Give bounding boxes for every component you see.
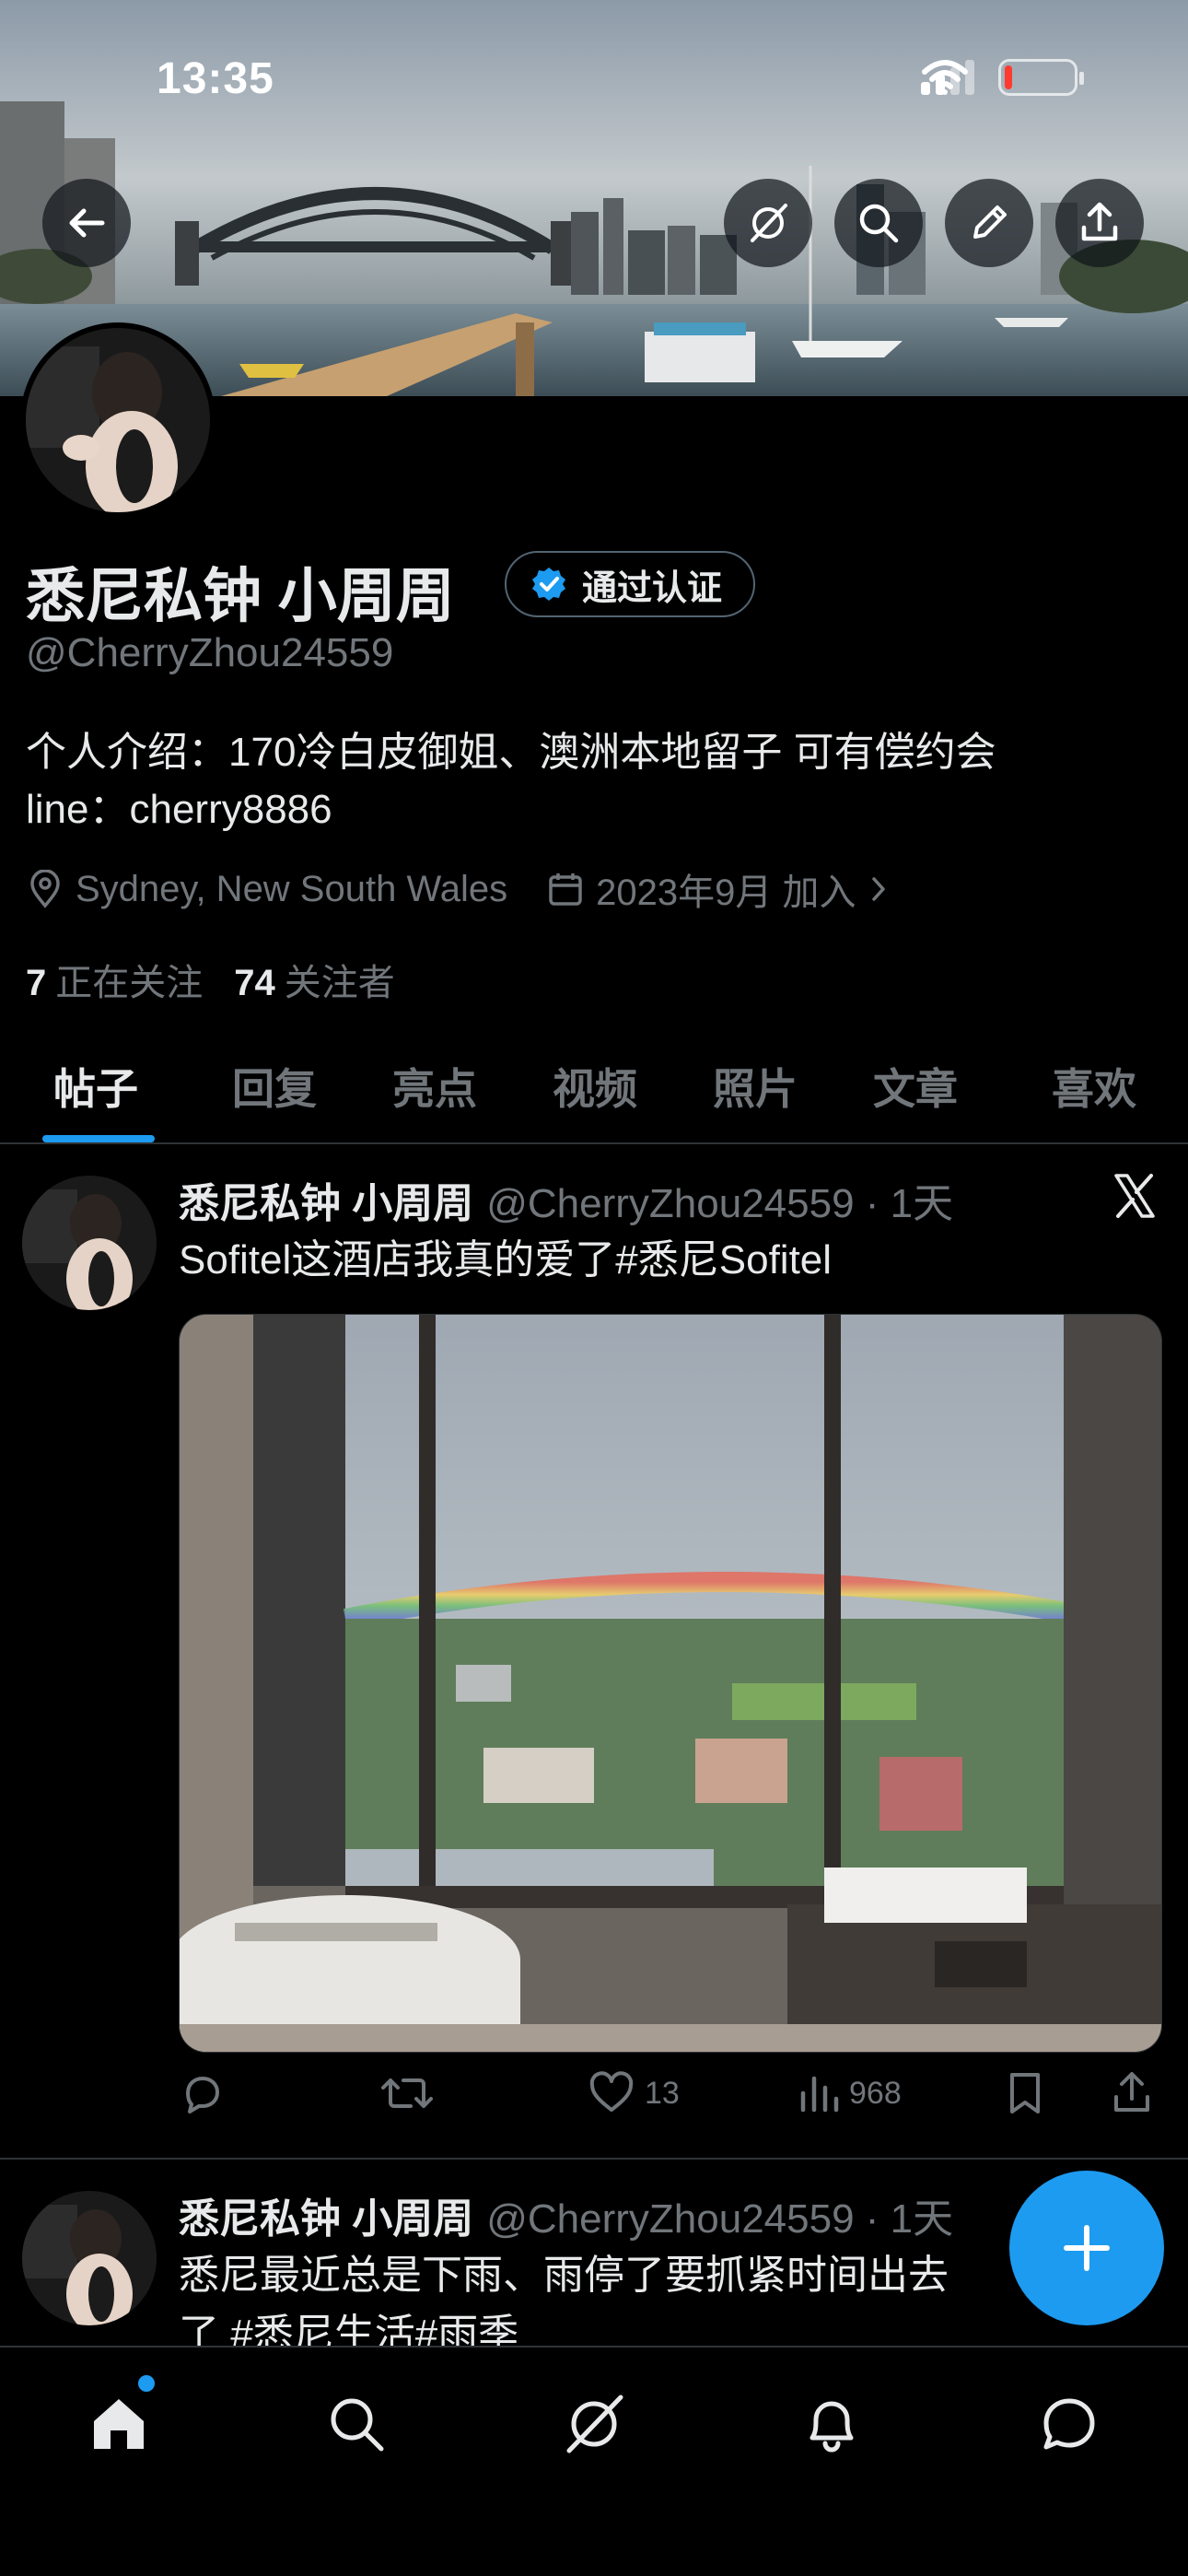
post-handle-time: @CherryZhou24559 · 1天 bbox=[486, 1181, 954, 1226]
pencil-icon bbox=[973, 205, 1007, 239]
home-notification-dot bbox=[138, 2375, 155, 2392]
profile-meta: Sydney, New South Wales 2023年9月 加入 bbox=[26, 862, 929, 916]
post-handle-time: @CherryZhou24559 · 1天 bbox=[486, 2196, 954, 2242]
bottom-navigation bbox=[0, 2346, 1188, 2576]
wifi-icon bbox=[922, 60, 968, 95]
search-profile-button[interactable] bbox=[834, 179, 923, 267]
post-text-line: 悉尼最近总是下雨、雨停了要抓紧时间出去 bbox=[179, 2253, 949, 2298]
reply-button[interactable] bbox=[179, 2069, 227, 2117]
post-image[interactable] bbox=[179, 1314, 1162, 2053]
following-count: 7 bbox=[26, 963, 47, 1003]
analytics-icon bbox=[800, 2076, 839, 2113]
bookmark-button[interactable] bbox=[1004, 2069, 1046, 2117]
followers-label: 关注者 bbox=[284, 963, 395, 1003]
nav-home[interactable] bbox=[77, 2383, 160, 2465]
bookmark-icon bbox=[1010, 2073, 1040, 2113]
chat-bubble-icon bbox=[1043, 2398, 1095, 2450]
nav-grok[interactable] bbox=[553, 2383, 635, 2465]
profile-avatar[interactable] bbox=[20, 322, 215, 518]
post-avatar[interactable] bbox=[22, 2191, 157, 2325]
post-text-line: 了 #悉尼生活#雨季 bbox=[179, 2312, 519, 2346]
search-icon bbox=[859, 204, 899, 243]
grok-icon bbox=[566, 2395, 623, 2453]
tab-likes[interactable]: 喜欢 bbox=[1052, 1056, 1136, 1117]
avatar-image bbox=[22, 2191, 157, 2325]
post-avatar[interactable] bbox=[22, 1176, 157, 1310]
location-pin-icon bbox=[30, 870, 60, 908]
post-item[interactable]: 悉尼私钟 小周周 @CherryZhou24559 · 1天 Sofitel这酒店… bbox=[0, 1146, 1188, 2158]
tab-videos[interactable]: 视频 bbox=[553, 1056, 637, 1117]
profile-display-name: 悉尼私钟 小周周 bbox=[26, 563, 455, 629]
battery-icon bbox=[998, 59, 1084, 96]
profile-tabs: 帖子 回复 亮点 视频 照片 文章 喜欢 bbox=[0, 1025, 1188, 1144]
avatar-image bbox=[22, 1176, 157, 1310]
chevron-right-icon bbox=[872, 877, 886, 901]
edit-button[interactable] bbox=[945, 179, 1033, 267]
post-header: 悉尼私钟 小周周 @CherryZhou24559 · 1天 bbox=[179, 2185, 953, 2244]
post-header: 悉尼私钟 小周周 @CherryZhou24559 · 1天 bbox=[179, 1170, 953, 1229]
arrow-left-icon bbox=[69, 208, 105, 238]
status-bar: 13:35 bbox=[0, 0, 1188, 147]
verified-check-icon bbox=[532, 568, 565, 601]
bell-icon bbox=[809, 2401, 854, 2453]
like-button[interactable]: 13 bbox=[588, 2069, 680, 2117]
x-logo-icon[interactable] bbox=[1111, 1172, 1159, 1220]
verified-badge-button[interactable]: 通过认证 bbox=[505, 551, 756, 617]
calendar-icon bbox=[549, 873, 582, 906]
repost-button[interactable] bbox=[379, 2069, 435, 2117]
repost-icon bbox=[381, 2078, 433, 2108]
location-text: Sydney, New South Wales bbox=[76, 868, 508, 909]
profile-banner[interactable]: 13:35 bbox=[0, 0, 1188, 396]
reply-icon bbox=[186, 2077, 219, 2113]
following-link[interactable]: 7 正在关注 bbox=[26, 953, 203, 1006]
verified-label: 通过认证 bbox=[582, 568, 723, 608]
search-icon bbox=[331, 2398, 384, 2452]
back-button[interactable] bbox=[42, 179, 131, 267]
joined-text: 2023年9月 加入 bbox=[596, 872, 856, 913]
active-tab-indicator bbox=[42, 1135, 155, 1142]
plus-icon bbox=[1064, 2225, 1110, 2271]
share-button[interactable] bbox=[1055, 179, 1144, 267]
profile-handle: @CherryZhou24559 bbox=[26, 630, 394, 675]
post-text: 悉尼最近总是下雨、雨停了要抓紧时间出去 了 #悉尼生活#雨季 bbox=[179, 2246, 1155, 2346]
like-count: 13 bbox=[645, 2075, 680, 2111]
tab-photos[interactable]: 照片 bbox=[713, 1056, 798, 1117]
followers-link[interactable]: 74 关注者 bbox=[234, 953, 395, 1006]
view-count: 968 bbox=[849, 2075, 902, 2111]
bio-line: 个人介绍：170冷白皮御姐、澳洲本地留子 可有偿约会 bbox=[26, 730, 996, 775]
status-time: 13:35 bbox=[157, 54, 274, 103]
home-icon bbox=[94, 2399, 144, 2449]
nav-messages[interactable] bbox=[1028, 2383, 1111, 2465]
profile-bio: 个人介绍：170冷白皮御姐、澳洲本地留子 可有偿约会 line：cherry88… bbox=[26, 724, 1168, 838]
following-label: 正在关注 bbox=[55, 963, 204, 1003]
tab-articles[interactable]: 文章 bbox=[873, 1056, 958, 1117]
post-author-name[interactable]: 悉尼私钟 小周周 bbox=[179, 2196, 473, 2242]
share-icon bbox=[1114, 2072, 1149, 2112]
bio-line: line：cherry8886 bbox=[26, 787, 332, 832]
tab-replies[interactable]: 回复 bbox=[232, 1056, 317, 1117]
share-icon bbox=[1081, 202, 1118, 241]
post-author-name[interactable]: 悉尼私钟 小周周 bbox=[179, 1181, 473, 1226]
nav-notifications[interactable] bbox=[790, 2383, 873, 2465]
grok-button[interactable] bbox=[724, 179, 812, 267]
tab-posts[interactable]: 帖子 bbox=[53, 1056, 138, 1117]
post-text: Sofitel这酒店我真的爱了#悉尼Sofitel bbox=[179, 1237, 833, 1282]
share-post-button[interactable] bbox=[1109, 2069, 1155, 2117]
joined-date-button[interactable]: 2023年9月 加入 bbox=[546, 862, 891, 916]
tab-highlights[interactable]: 亮点 bbox=[392, 1056, 477, 1117]
views-button[interactable]: 968 bbox=[798, 2069, 902, 2117]
compose-post-button[interactable] bbox=[1009, 2171, 1164, 2325]
grok-icon bbox=[751, 204, 787, 242]
location-item: Sydney, New South Wales bbox=[26, 869, 507, 910]
post-actions: 13 968 bbox=[179, 2069, 1164, 2125]
hotel-window-photo bbox=[180, 1315, 1161, 2052]
followers-count: 74 bbox=[234, 963, 275, 1003]
follow-stats: 7 正在关注 74 关注者 bbox=[26, 953, 395, 1006]
heart-icon bbox=[589, 2071, 634, 2112]
avatar-image bbox=[26, 328, 210, 512]
nav-search[interactable] bbox=[315, 2383, 398, 2465]
